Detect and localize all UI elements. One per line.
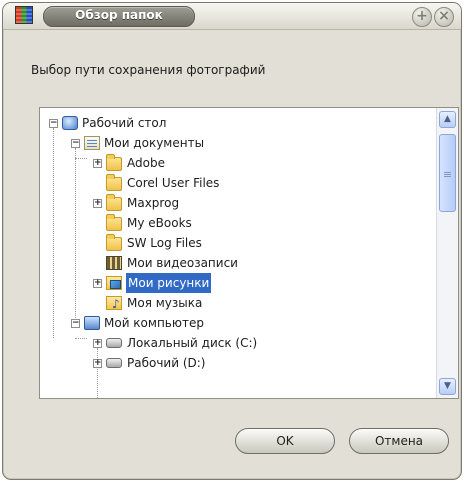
tree-item-label: Adobe	[127, 156, 165, 170]
folder-icon	[106, 194, 122, 211]
desktop-icon	[62, 116, 78, 130]
collapse-toggle[interactable]: −	[71, 139, 80, 148]
folder-icon	[106, 154, 122, 171]
tree-item-label: Мой компьютер	[104, 316, 204, 330]
title-bar[interactable]: Обзор папок + ×	[3, 3, 461, 30]
tree-item-my-videos[interactable]: Мои видеозаписи	[40, 253, 436, 273]
tree-item-corel-user-files[interactable]: Corel User Files	[40, 173, 436, 193]
tree-item-sw-log-files[interactable]: SW Log Files	[40, 233, 436, 253]
folder-tree-list: − Рабочий стол − Мои документы + Adobe C…	[40, 108, 436, 398]
tree-item-label: Мои видеозаписи	[127, 256, 238, 270]
scroll-thumb[interactable]	[439, 134, 456, 212]
tree-item-label: Моя музыка	[127, 296, 203, 310]
tree-item-label: Мои документы	[104, 136, 205, 150]
folder-icon	[106, 234, 122, 251]
collapse-toggle[interactable]: −	[49, 119, 58, 128]
app-icon	[15, 6, 33, 24]
tree-item-label-selected: Мои рисунки	[124, 272, 213, 294]
tree-item-my-documents[interactable]: − Мои документы	[40, 133, 436, 153]
my-computer-icon	[84, 316, 100, 330]
tree-item-label: Maxprog	[127, 196, 180, 210]
expand-toggle[interactable]: +	[93, 359, 102, 368]
tree-item-my-ebooks[interactable]: My eBooks	[40, 213, 436, 233]
folder-tree[interactable]: − Рабочий стол − Мои документы + Adobe C…	[39, 107, 459, 399]
dialog-description: Выбор пути сохранения фотографий	[31, 63, 266, 77]
tree-item-label: SW Log Files	[127, 236, 202, 250]
tree-item-label: Рабочий стол	[82, 116, 167, 130]
cancel-button[interactable]: Отмена	[349, 428, 449, 454]
tree-item-local-disk-c[interactable]: + Локальный диск (C:)	[40, 333, 436, 353]
collapse-toggle[interactable]: −	[71, 319, 80, 328]
videos-folder-icon	[106, 256, 122, 270]
expand-toggle[interactable]: +	[93, 199, 102, 208]
drive-icon	[106, 358, 122, 368]
scroll-grip-icon	[444, 171, 451, 177]
pictures-folder-icon	[106, 276, 122, 290]
plus-button[interactable]: +	[412, 7, 432, 27]
folder-icon	[106, 214, 122, 231]
my-documents-icon	[84, 136, 100, 150]
tree-item-work-d[interactable]: + Рабочий (D:)	[40, 353, 436, 373]
scroll-up-icon[interactable]: ▲	[439, 111, 456, 128]
vertical-scrollbar[interactable]: ▲ ▼	[436, 108, 458, 398]
tree-item-label: Corel User Files	[127, 176, 220, 190]
tree-item-adobe[interactable]: + Adobe	[40, 153, 436, 173]
tree-item-maxprog[interactable]: + Maxprog	[40, 193, 436, 213]
scroll-down-icon[interactable]: ▼	[439, 378, 456, 395]
tree-item-my-music[interactable]: Моя музыка	[40, 293, 436, 314]
close-button[interactable]: ×	[434, 7, 454, 27]
ok-button[interactable]: OK	[235, 428, 335, 454]
browse-folders-dialog: Обзор папок + × Выбор пути сохранения фо…	[2, 2, 462, 480]
folder-icon	[106, 174, 122, 191]
expand-toggle[interactable]: +	[93, 339, 102, 348]
music-folder-icon	[106, 294, 122, 314]
tree-item-label: My eBooks	[127, 216, 192, 230]
tree-item-desktop[interactable]: − Рабочий стол	[40, 113, 436, 133]
tree-item-my-computer[interactable]: − Мой компьютер	[40, 313, 436, 333]
tree-item-label: Локальный диск (C:)	[127, 336, 258, 350]
expand-toggle[interactable]: +	[93, 159, 102, 168]
tree-item-my-pictures[interactable]: + Мои рисунки	[40, 272, 436, 294]
drive-icon	[106, 338, 122, 348]
tree-item-label: Рабочий (D:)	[127, 356, 206, 370]
window-title: Обзор папок	[75, 8, 163, 22]
title-pill: Обзор папок	[43, 6, 195, 27]
expand-toggle[interactable]: +	[93, 279, 102, 288]
